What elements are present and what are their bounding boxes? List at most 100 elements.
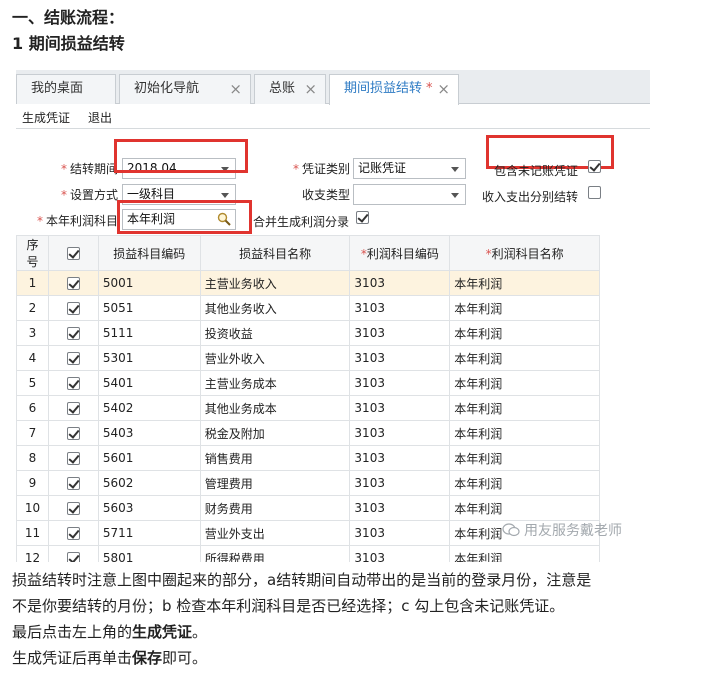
pl-name[interactable]: 税金及附加 — [199, 420, 351, 446]
row-select[interactable] — [47, 545, 99, 562]
row-select[interactable] — [47, 495, 99, 521]
pl-code[interactable]: 5001 — [97, 270, 201, 296]
profit-name[interactable]: 本年利润 — [449, 495, 600, 521]
profit-name[interactable]: 本年利润 — [449, 545, 600, 562]
row-select[interactable] — [47, 320, 99, 346]
pl-name[interactable]: 管理费用 — [199, 470, 351, 496]
profit-name[interactable]: 本年利润 — [449, 295, 600, 321]
row-checkbox[interactable] — [66, 302, 80, 315]
row-no: 1 — [16, 270, 49, 296]
pl-name[interactable]: 所得税费用 — [199, 545, 351, 562]
row-select[interactable] — [47, 370, 99, 396]
profit-code[interactable]: 3103 — [349, 520, 451, 546]
row-select[interactable] — [47, 445, 99, 471]
tab-init-nav[interactable]: 初始化导航 × — [119, 74, 251, 104]
profit-name[interactable]: 本年利润 — [449, 420, 600, 446]
row-checkbox[interactable] — [66, 352, 80, 365]
row-checkbox[interactable] — [66, 527, 80, 540]
pl-code[interactable]: 5601 — [97, 445, 201, 471]
pl-name[interactable]: 营业外收入 — [199, 345, 351, 371]
row-checkbox[interactable] — [66, 452, 80, 465]
row-select[interactable] — [47, 470, 99, 496]
tab-general-ledger[interactable]: 总账 × — [254, 74, 326, 104]
row-select[interactable] — [47, 295, 99, 321]
table-row[interactable]: 7 5403 税金及附加 3103 本年利润 — [16, 420, 600, 446]
profit-name[interactable]: 本年利润 — [449, 470, 600, 496]
profit-name[interactable]: 本年利润 — [449, 395, 600, 421]
profit-code[interactable]: 3103 — [349, 320, 451, 346]
pl-name[interactable]: 销售费用 — [199, 445, 351, 471]
row-checkbox[interactable] — [66, 277, 80, 290]
pl-code[interactable]: 5711 — [97, 520, 201, 546]
profit-code[interactable]: 3103 — [349, 470, 451, 496]
profit-name[interactable]: 本年利润 — [449, 445, 600, 471]
profit-code[interactable]: 3103 — [349, 270, 451, 296]
table-row[interactable]: 8 5601 销售费用 3103 本年利润 — [16, 445, 600, 471]
pl-name[interactable]: 主营业务收入 — [199, 270, 351, 296]
close-icon[interactable]: × — [304, 75, 317, 103]
pl-name[interactable]: 其他业务收入 — [199, 295, 351, 321]
profit-code[interactable]: 3103 — [349, 370, 451, 396]
pl-code[interactable]: 5111 — [97, 320, 201, 346]
tab-period-pl-transfer[interactable]: 期间损益结转 * × — [329, 74, 459, 105]
pl-code[interactable]: 5602 — [97, 470, 201, 496]
pl-name[interactable]: 其他业务成本 — [199, 395, 351, 421]
table-row[interactable]: 10 5603 财务费用 3103 本年利润 — [16, 495, 600, 521]
profit-code[interactable]: 3103 — [349, 395, 451, 421]
row-select[interactable] — [47, 520, 99, 546]
pl-name[interactable]: 投资收益 — [199, 320, 351, 346]
close-icon[interactable]: × — [229, 75, 242, 103]
merge-entries-checkbox[interactable] — [356, 211, 369, 224]
profit-name[interactable]: 本年利润 — [449, 345, 600, 371]
generate-voucher-button[interactable]: 生成凭证 — [22, 109, 70, 126]
row-checkbox[interactable] — [66, 552, 80, 562]
table-row[interactable]: 6 5402 其他业务成本 3103 本年利润 — [16, 395, 600, 421]
profit-name[interactable]: 本年利润 — [449, 270, 600, 296]
row-checkbox[interactable] — [66, 377, 80, 390]
row-checkbox[interactable] — [66, 327, 80, 340]
pl-code[interactable]: 5301 — [97, 345, 201, 371]
row-select[interactable] — [47, 420, 99, 446]
table-row[interactable]: 4 5301 营业外收入 3103 本年利润 — [16, 345, 600, 371]
row-checkbox[interactable] — [66, 502, 80, 515]
profit-name[interactable]: 本年利润 — [449, 370, 600, 396]
select-all-checkbox[interactable] — [66, 247, 80, 260]
voucher-type-select[interactable]: 记账凭证 — [353, 158, 466, 179]
table-row[interactable]: 3 5111 投资收益 3103 本年利润 — [16, 320, 600, 346]
include-unposted-checkbox[interactable] — [588, 160, 601, 173]
pl-code[interactable]: 5403 — [97, 420, 201, 446]
tab-my-desktop[interactable]: 我的桌面 — [16, 74, 116, 104]
row-select[interactable] — [47, 345, 99, 371]
pl-name[interactable]: 主营业务成本 — [199, 370, 351, 396]
profit-code[interactable]: 3103 — [349, 495, 451, 521]
row-select[interactable] — [47, 270, 99, 296]
pl-code[interactable]: 5051 — [97, 295, 201, 321]
table-row[interactable]: 5 5401 主营业务成本 3103 本年利润 — [16, 370, 600, 396]
profit-code[interactable]: 3103 — [349, 420, 451, 446]
income-type-select[interactable] — [353, 184, 466, 205]
row-checkbox[interactable] — [66, 427, 80, 440]
profit-code[interactable]: 3103 — [349, 345, 451, 371]
exit-button[interactable]: 退出 — [88, 109, 112, 126]
table-row[interactable]: 2 5051 其他业务收入 3103 本年利润 — [16, 295, 600, 321]
pl-code[interactable]: 5401 — [97, 370, 201, 396]
close-icon[interactable]: × — [437, 75, 450, 103]
table-row[interactable]: 1 5001 主营业务收入 3103 本年利润 — [16, 270, 600, 296]
pl-code[interactable]: 5603 — [97, 495, 201, 521]
col-header-select[interactable] — [47, 235, 99, 271]
profit-name[interactable]: 本年利润 — [449, 320, 600, 346]
row-select[interactable] — [47, 395, 99, 421]
pl-name[interactable]: 营业外支出 — [199, 520, 351, 546]
profit-code[interactable]: 3103 — [349, 295, 451, 321]
row-checkbox[interactable] — [66, 477, 80, 490]
profit-code[interactable]: 3103 — [349, 445, 451, 471]
pl-name[interactable]: 财务费用 — [199, 495, 351, 521]
pl-code[interactable]: 5402 — [97, 395, 201, 421]
row-no: 4 — [16, 345, 49, 371]
pl-code[interactable]: 5801 — [97, 545, 201, 562]
table-row[interactable]: 12 5801 所得税费用 3103 本年利润 — [16, 545, 600, 562]
row-checkbox[interactable] — [66, 402, 80, 415]
table-row[interactable]: 9 5602 管理费用 3103 本年利润 — [16, 470, 600, 496]
profit-code[interactable]: 3103 — [349, 545, 451, 562]
separate-transfer-checkbox[interactable] — [588, 186, 601, 199]
